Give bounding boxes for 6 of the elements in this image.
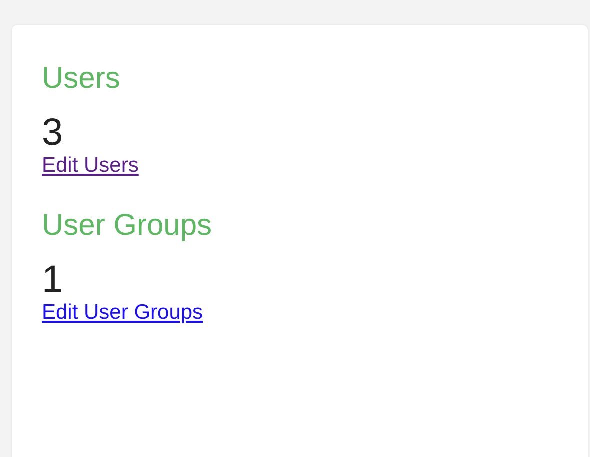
edit-link[interactable]: Edit User Groups	[42, 301, 204, 325]
section-title: User Groups	[42, 208, 212, 244]
section-title: Users	[42, 61, 120, 97]
count-value: 3	[42, 112, 64, 154]
edit-link[interactable]: Edit Users	[42, 154, 139, 178]
count-value: 1	[42, 259, 64, 301]
